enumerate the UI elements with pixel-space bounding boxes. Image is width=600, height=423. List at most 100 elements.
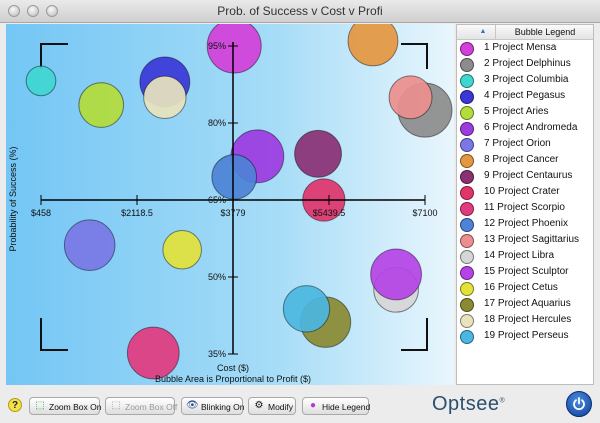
hide-legend-button[interactable]: ● Hide Legend — [302, 397, 371, 415]
legend-label: 13 Project Sagittarius — [484, 234, 580, 245]
y-tick-label: 65% — [208, 195, 226, 205]
legend-item[interactable]: 10 Project Crater — [457, 185, 593, 201]
bubble[interactable] — [294, 129, 342, 178]
legend-item[interactable]: 11 Project Scorpio — [457, 201, 593, 217]
legend-swatch — [460, 122, 474, 136]
legend-item[interactable]: 15 Project Sculptor — [457, 265, 593, 281]
legend-swatch — [460, 234, 474, 248]
zoom-box-icon: ⬚ — [35, 400, 45, 411]
legend-swatch — [460, 106, 474, 120]
bubble[interactable] — [143, 75, 187, 119]
legend-label: 18 Project Hercules — [484, 314, 572, 325]
legend-swatch — [460, 42, 474, 56]
x-axis-title: Cost ($) — [217, 363, 249, 373]
zoom-box-on-button[interactable]: ⬚ Zoom Box On — [29, 397, 101, 415]
modify-label: Modify — [268, 402, 294, 412]
legend-item[interactable]: 6 Project Andromeda — [457, 121, 593, 137]
legend-label: 15 Project Sculptor — [484, 266, 569, 277]
legend-swatch — [460, 218, 474, 232]
legend-swatch — [460, 58, 474, 72]
legend-item[interactable]: 2 Project Delphinus — [457, 57, 593, 73]
zoom-box-off-label: Zoom Box Off — [125, 402, 178, 412]
legend-label: 5 Project Aries — [484, 106, 549, 117]
x-tick-label: $5439.5 — [313, 208, 346, 218]
legend-swatch — [460, 74, 474, 88]
legend-label: 19 Project Perseus — [484, 330, 569, 341]
legend-swatch — [460, 314, 474, 328]
legend-item[interactable]: 1 Project Mensa — [457, 41, 593, 57]
x-tick-label: $7100 — [412, 208, 437, 218]
legend-label: 6 Project Andromeda — [484, 122, 578, 133]
corner-bracket — [40, 318, 68, 351]
legend-item[interactable]: 18 Project Hercules — [457, 313, 593, 329]
legend-item[interactable]: 5 Project Aries — [457, 105, 593, 121]
legend-header: ▲ Bubble Legend — [457, 25, 593, 40]
power-icon — [573, 397, 585, 411]
legend-swatch — [460, 154, 474, 168]
power-button[interactable] — [566, 391, 592, 417]
y-tick-label: 35% — [208, 349, 226, 359]
legend-item[interactable]: 9 Project Centaurus — [457, 169, 593, 185]
legend-item[interactable]: 14 Project Libra — [457, 249, 593, 265]
legend-item[interactable]: 7 Project Orion — [457, 137, 593, 153]
legend-item[interactable]: 16 Project Cetus — [457, 281, 593, 297]
window-titlebar: Prob. of Success v Cost v Profi — [0, 0, 600, 23]
hide-legend-label: Hide Legend — [322, 402, 371, 412]
legend-label: 3 Project Columbia — [484, 74, 569, 85]
bubble-chart-canvas: $458 $2118.5 $3779 $5439.5 $7100 95% 80% 65% 50%… — [8, 24, 453, 384]
legend-swatch — [460, 90, 474, 104]
sort-ascending-icon[interactable]: ▲ — [471, 25, 496, 39]
bubble[interactable] — [282, 285, 331, 333]
bubble[interactable] — [370, 248, 422, 301]
bubble[interactable] — [211, 154, 258, 200]
modify-icon: ⚙ — [254, 400, 264, 411]
legend-swatch — [460, 138, 474, 152]
bubble[interactable] — [78, 82, 125, 128]
legend-item[interactable]: 4 Project Pegasus — [457, 89, 593, 105]
legend-item[interactable]: 19 Project Perseus — [457, 329, 593, 345]
help-icon[interactable]: ? — [8, 398, 22, 412]
bubble[interactable] — [126, 326, 180, 380]
legend-label: 17 Project Aquarius — [484, 298, 571, 309]
y-tick-label: 50% — [208, 272, 226, 282]
legend-label: 12 Project Phoenix — [484, 218, 568, 229]
optsee-logo: Optsee® — [432, 393, 505, 416]
legend-label: 7 Project Orion — [484, 138, 551, 149]
legend-item[interactable]: 13 Project Sagittarius — [457, 233, 593, 249]
bubble-legend: ▲ Bubble Legend 1 Project Mensa 2 Project… — [456, 24, 594, 385]
legend-item[interactable]: 17 Project Aquarius — [457, 297, 593, 313]
legend-item[interactable]: 12 Project Phoenix — [457, 217, 593, 233]
bubble[interactable] — [25, 65, 57, 97]
bubble[interactable] — [162, 230, 202, 270]
legend-label: 11 Project Scorpio — [484, 202, 565, 213]
corner-bracket — [401, 43, 428, 69]
bubble-area-note: Bubble Area is Proportional to Profit ($… — [155, 374, 311, 384]
legend-swatch — [460, 266, 474, 280]
x-tick-label: $2118.5 — [121, 208, 153, 218]
bubble[interactable] — [63, 219, 116, 271]
y-tick-label: 80% — [208, 118, 226, 128]
legend-item[interactable]: 8 Project Cancer — [457, 153, 593, 169]
bubble[interactable] — [347, 24, 399, 67]
modify-button[interactable]: ⚙ Modify — [248, 397, 296, 415]
bubble-chart: $458 $2118.5 $3779 $5439.5 $7100 95% 80% 65% 50%… — [6, 24, 454, 385]
window-title: Prob. of Success v Cost v Profi — [217, 4, 383, 18]
legend-label: 9 Project Centaurus — [484, 170, 573, 181]
legend-label: 14 Project Libra — [484, 250, 555, 261]
legend-label: 16 Project Cetus — [484, 282, 558, 293]
eye-icon: 👁 — [186, 400, 199, 411]
legend-item[interactable]: 3 Project Columbia — [457, 73, 593, 89]
legend-label: 2 Project Delphinus — [484, 58, 571, 69]
zoom-box-off-icon: ⬚ — [111, 400, 121, 411]
bubble[interactable] — [388, 75, 433, 120]
legend-label: 1 Project Mensa — [484, 42, 557, 53]
brand-name: Optsee — [432, 393, 500, 415]
legend-label: 4 Project Pegasus — [484, 90, 566, 101]
blinking-on-label: Blinking On — [201, 402, 245, 412]
blinking-on-button[interactable]: 👁 Blinking On — [181, 397, 245, 415]
y-axis-title: Probability of Success (%) — [8, 146, 18, 251]
corner-bracket — [40, 43, 68, 69]
legend-swatch — [460, 202, 474, 216]
legend-swatch — [460, 330, 474, 344]
zoom-box-off-button[interactable]: ⬚ Zoom Box Off — [105, 397, 178, 415]
